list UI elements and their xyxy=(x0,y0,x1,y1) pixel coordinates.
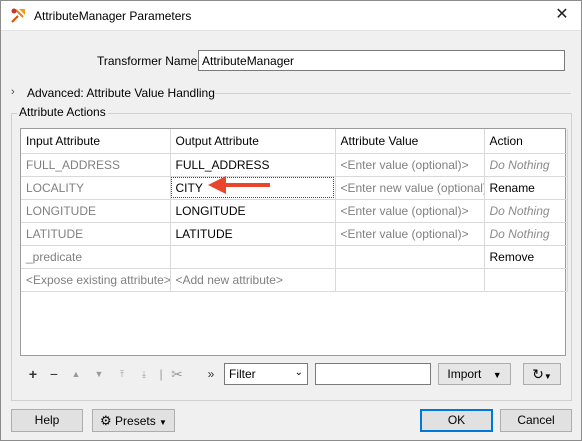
output-attribute-cell[interactable]: LATITUDE xyxy=(170,222,336,246)
filter-selected-value: Filter xyxy=(229,367,256,381)
caret-down-icon: ▼ xyxy=(159,418,167,427)
action-cell[interactable]: Remove xyxy=(484,245,568,269)
table-row[interactable]: <Expose existing attribute> <Add new att… xyxy=(21,268,568,292)
attribute-actions-label: Attribute Actions xyxy=(17,105,108,119)
separator: | xyxy=(159,367,163,381)
action-cell[interactable]: Do Nothing xyxy=(484,199,568,223)
move-top-icon[interactable]: ⤒ xyxy=(115,363,129,385)
input-attribute-cell[interactable]: LONGITUDE xyxy=(21,199,171,223)
add-attribute-cell[interactable]: <Add new attribute> xyxy=(170,268,336,292)
plus-icon[interactable]: + xyxy=(25,363,41,385)
table-row[interactable]: LOCALITY CITY <Enter new value (optional… xyxy=(21,176,568,200)
output-attribute-cell[interactable]: FULL_ADDRESS xyxy=(170,153,336,177)
transformer-name-label: Transformer Name: xyxy=(97,54,201,68)
annotation-arrow-icon xyxy=(208,176,270,194)
input-attribute-cell[interactable]: LOCALITY xyxy=(21,176,171,200)
output-attribute-cell[interactable] xyxy=(170,245,336,269)
filter-select[interactable]: Filter ⌄ xyxy=(224,363,308,385)
attribute-value-cell[interactable]: <Enter value (optional)> xyxy=(335,222,485,246)
column-header-value[interactable]: Attribute Value xyxy=(335,129,485,154)
table-row[interactable]: FULL_ADDRESS FULL_ADDRESS <Enter value (… xyxy=(21,153,568,177)
attribute-table: Input Attribute Output Attribute Attribu… xyxy=(20,128,568,356)
table-row[interactable]: _predicate Remove xyxy=(21,245,568,269)
import-button[interactable]: Import ▼ xyxy=(438,363,511,385)
action-cell[interactable]: Do Nothing xyxy=(484,222,568,246)
close-icon[interactable]: ✕ xyxy=(553,6,571,24)
dialog-window: AttributeManager Parameters ✕ Transforme… xyxy=(0,0,582,441)
table-toolbar: + − ▲ ▼ ⤒ ⤓ | ✂ » Filter ⌄ Import ▼ ↻▼ xyxy=(20,363,566,387)
attribute-value-cell[interactable] xyxy=(335,268,485,292)
more-icon[interactable]: » xyxy=(204,363,218,385)
app-icon xyxy=(11,8,25,23)
action-cell[interactable]: Do Nothing xyxy=(484,153,568,177)
window-title: AttributeManager Parameters xyxy=(34,9,192,23)
gear-icon: ⚙ xyxy=(100,413,112,428)
refresh-button[interactable]: ↻▼ xyxy=(523,363,561,385)
column-header-action[interactable]: Action xyxy=(484,129,568,154)
move-up-icon[interactable]: ▲ xyxy=(70,363,82,385)
output-attribute-cell[interactable]: LONGITUDE xyxy=(170,199,336,223)
advanced-label: Advanced: Attribute Value Handling xyxy=(27,86,215,100)
presets-button[interactable]: ⚙ Presets ▼ xyxy=(92,409,175,432)
minus-icon[interactable]: − xyxy=(47,363,61,385)
attribute-value-cell[interactable] xyxy=(335,245,485,269)
table-row[interactable]: LATITUDE LATITUDE <Enter value (optional… xyxy=(21,222,568,246)
chevron-down-icon: ⌄ xyxy=(294,367,303,378)
cut-icon[interactable]: ✂ xyxy=(170,363,184,385)
caret-down-icon: ▼ xyxy=(543,372,552,381)
move-bottom-icon[interactable]: ⤓ xyxy=(137,363,151,385)
input-attribute-cell[interactable]: _predicate xyxy=(21,245,171,269)
column-header-output[interactable]: Output Attribute xyxy=(170,129,336,154)
transformer-name-input[interactable]: AttributeManager xyxy=(198,50,565,71)
column-header-input[interactable]: Input Attribute xyxy=(21,129,171,154)
attribute-value-cell[interactable]: <Enter new value (optional)> xyxy=(335,176,485,200)
attribute-value-cell[interactable]: <Enter value (optional)> xyxy=(335,153,485,177)
attribute-value-cell[interactable]: <Enter value (optional)> xyxy=(335,199,485,223)
table-row[interactable]: LONGITUDE LONGITUDE <Enter value (option… xyxy=(21,199,568,223)
presets-label: Presets xyxy=(115,414,156,428)
title-bar: AttributeManager Parameters ✕ xyxy=(1,1,581,31)
move-down-icon[interactable]: ▼ xyxy=(93,363,105,385)
filter-input[interactable] xyxy=(315,363,431,385)
import-label: Import xyxy=(447,367,482,381)
input-attribute-cell[interactable]: FULL_ADDRESS xyxy=(21,153,171,177)
refresh-icon: ↻ xyxy=(532,366,544,382)
input-attribute-cell[interactable]: LATITUDE xyxy=(21,222,171,246)
chevron-right-icon: › xyxy=(11,86,15,98)
ok-button[interactable]: OK xyxy=(420,409,493,432)
expose-attribute-cell[interactable]: <Expose existing attribute> xyxy=(21,268,171,292)
caret-down-icon: ▼ xyxy=(492,370,502,380)
action-cell[interactable] xyxy=(484,268,568,292)
cancel-button[interactable]: Cancel xyxy=(500,409,572,432)
action-cell[interactable]: Rename xyxy=(484,176,568,200)
divider xyxy=(215,93,571,94)
advanced-section-toggle[interactable]: › Advanced: Attribute Value Handling xyxy=(11,85,571,101)
help-button[interactable]: Help xyxy=(11,409,83,432)
